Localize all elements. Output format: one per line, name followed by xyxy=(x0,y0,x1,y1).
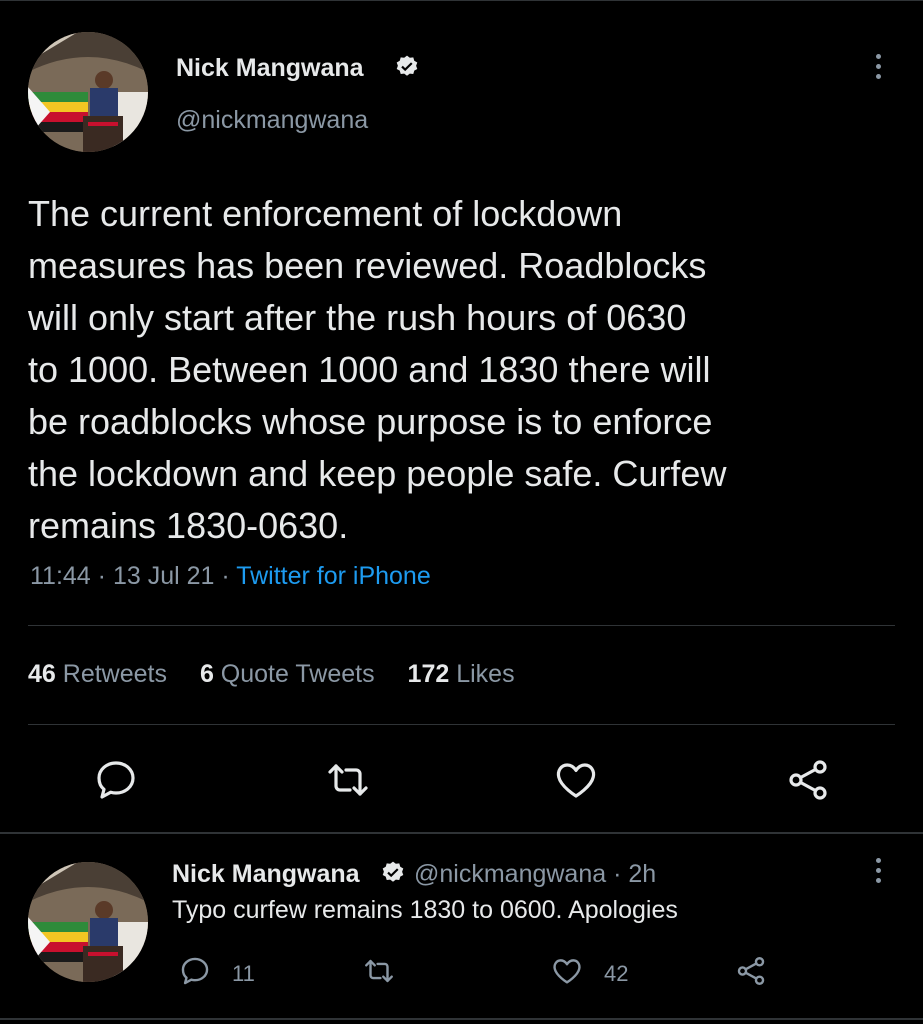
bottom-border xyxy=(0,1018,923,1020)
reply-avatar[interactable] xyxy=(28,862,148,982)
reply-like-button[interactable] xyxy=(550,954,584,990)
retweets-label: Retweets xyxy=(62,660,167,688)
tweet-source-link[interactable]: Twitter for iPhone xyxy=(236,562,431,590)
avatar-photo xyxy=(28,32,148,152)
like-icon xyxy=(556,763,596,798)
author-handle[interactable]: @nickmangwana xyxy=(176,106,368,135)
retweet-icon xyxy=(365,959,393,983)
reply-share-button[interactable] xyxy=(734,954,768,990)
more-options-icon[interactable] xyxy=(872,858,884,892)
divider xyxy=(28,724,895,725)
verified-badge-icon xyxy=(382,861,404,882)
avatar[interactable] xyxy=(28,32,148,152)
likes-label: Likes xyxy=(456,660,515,688)
tweet-meta: 11:44 · 13 Jul 21 · Twitter for iPhone xyxy=(30,562,431,591)
meta-separator: · xyxy=(221,562,230,590)
reply-count: 11 xyxy=(232,961,255,986)
retweet-button[interactable] xyxy=(324,756,372,804)
author-name[interactable]: Nick Mangwana xyxy=(176,54,364,83)
top-border xyxy=(0,0,923,1)
tweet-text: The current enforcement of lockdown meas… xyxy=(28,193,727,546)
reply-text: Typo curfew remains 1830 to 0600. Apolog… xyxy=(172,896,678,924)
reply-author-name[interactable]: Nick Mangwana xyxy=(172,860,360,889)
meta-separator: · xyxy=(97,562,106,590)
reply-icon xyxy=(97,761,135,799)
verified-badge-icon xyxy=(396,55,418,76)
likes-count: 172 xyxy=(407,660,450,688)
like-count: 42 xyxy=(604,961,629,986)
reply-reply-button[interactable] xyxy=(178,954,212,990)
more-options-icon[interactable] xyxy=(872,54,884,88)
reply-retweet-button[interactable] xyxy=(362,954,396,990)
quotes-count: 6 xyxy=(199,660,214,688)
reply-icon xyxy=(181,957,209,985)
reply-handle[interactable]: @nickmangwana xyxy=(414,860,606,888)
reply-age: · 2h xyxy=(613,860,657,888)
tweet-date: 13 Jul 21 xyxy=(112,562,215,590)
divider xyxy=(28,625,895,626)
engagement-stats: 46 Retweets 6 Quote Tweets 172 Likes xyxy=(28,660,515,689)
reply-button[interactable] xyxy=(92,756,140,804)
retweets-count: 46 xyxy=(28,660,56,688)
share-icon xyxy=(737,957,765,985)
reply-author-handle[interactable]: @nickmangwana · 2h xyxy=(414,860,656,889)
share-button[interactable] xyxy=(784,756,832,804)
thread-separator xyxy=(0,832,923,834)
avatar-photo xyxy=(28,862,148,982)
share-icon xyxy=(789,760,827,800)
likes-stat[interactable]: 172 Likes xyxy=(408,660,515,688)
quotes-stat[interactable]: 6 Quote Tweets xyxy=(200,660,375,688)
like-button[interactable] xyxy=(552,756,600,804)
quotes-label: Quote Tweets xyxy=(220,660,375,688)
retweet-icon xyxy=(328,764,368,796)
retweets-stat[interactable]: 46 Retweets xyxy=(28,660,167,688)
like-icon xyxy=(553,959,581,984)
tweet-time: 11:44 xyxy=(30,562,91,590)
